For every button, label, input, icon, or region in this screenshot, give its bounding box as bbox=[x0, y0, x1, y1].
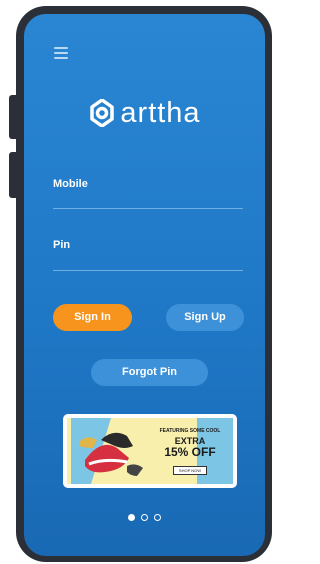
banner-text-block: FEATURING SOME COOL EXTRA 15% OFF SHOP N… bbox=[155, 428, 225, 477]
banner-discount-text: 15% OFF bbox=[164, 445, 216, 459]
carousel-indicator bbox=[24, 508, 265, 526]
arttha-logo-icon bbox=[90, 99, 115, 127]
sign-in-button[interactable]: Sign In bbox=[53, 304, 132, 331]
shoe-illustration bbox=[71, 418, 143, 484]
mobile-input[interactable] bbox=[53, 191, 243, 210]
logo-text: arttha bbox=[120, 97, 201, 129]
phone-side-button bbox=[9, 152, 21, 198]
forgot-pin-button[interactable]: Forgot Pin bbox=[91, 359, 208, 386]
banner-headline: FEATURING SOME COOL bbox=[159, 428, 221, 434]
pin-input[interactable] bbox=[53, 253, 243, 272]
phone-side-button bbox=[9, 95, 21, 139]
carousel-dot[interactable] bbox=[154, 514, 161, 521]
sign-up-button[interactable]: Sign Up bbox=[166, 304, 244, 331]
carousel-dot[interactable] bbox=[128, 514, 135, 521]
hamburger-menu-icon[interactable] bbox=[54, 47, 68, 59]
banner-cta: SHOP NOW bbox=[172, 466, 208, 475]
app-logo: arttha bbox=[24, 98, 265, 128]
pin-field[interactable] bbox=[53, 252, 243, 272]
promo-banner-image: FEATURING SOME COOL EXTRA 15% OFF SHOP N… bbox=[67, 418, 233, 484]
mobile-field[interactable] bbox=[53, 190, 243, 210]
mobile-label: Mobile bbox=[53, 178, 88, 190]
carousel-dot[interactable] bbox=[141, 514, 148, 521]
promo-banner[interactable]: FEATURING SOME COOL EXTRA 15% OFF SHOP N… bbox=[63, 414, 237, 488]
app-screen: arttha Mobile Pin Sign In Sign Up Forgot… bbox=[24, 14, 265, 556]
pin-label: Pin bbox=[53, 239, 71, 251]
